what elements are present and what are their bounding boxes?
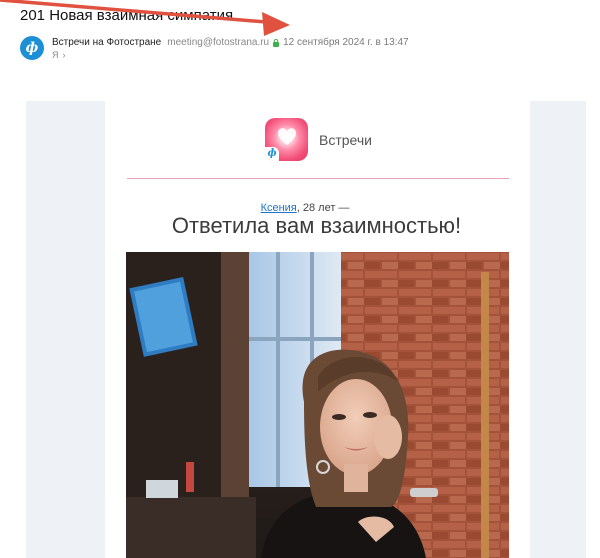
app-logo-icon: ф <box>265 118 308 161</box>
heart-icon <box>277 128 297 145</box>
sender-name[interactable]: Встречи на Фотостране <box>52 36 161 49</box>
chevron-right-icon: › <box>62 50 66 60</box>
sender-row: ф Встречи на Фотостране meeting@fotostra… <box>20 36 409 60</box>
email-date: 12 сентября 2024 г. в 13:47 <box>283 37 409 48</box>
recipient-label: Я <box>52 50 59 60</box>
email-subject: 201 Новая взаимная симпатия <box>20 7 234 24</box>
profile-photo[interactable] <box>126 252 509 558</box>
lock-icon <box>273 38 280 47</box>
sender-info: Встречи на Фотостране meeting@fotostrana… <box>52 36 409 62</box>
sender-line: Встречи на Фотостране meeting@fotostrana… <box>52 36 409 49</box>
badge-icon: ф <box>265 147 279 161</box>
sender-avatar[interactable]: ф <box>20 36 44 60</box>
headline: Ответила вам взаимностью! <box>171 213 462 238</box>
recipient-line[interactable]: Я › <box>52 49 409 62</box>
divider <box>127 178 509 179</box>
sender-email[interactable]: meeting@fotostrana.ru <box>167 36 269 49</box>
app-title: Встречи <box>319 132 372 148</box>
